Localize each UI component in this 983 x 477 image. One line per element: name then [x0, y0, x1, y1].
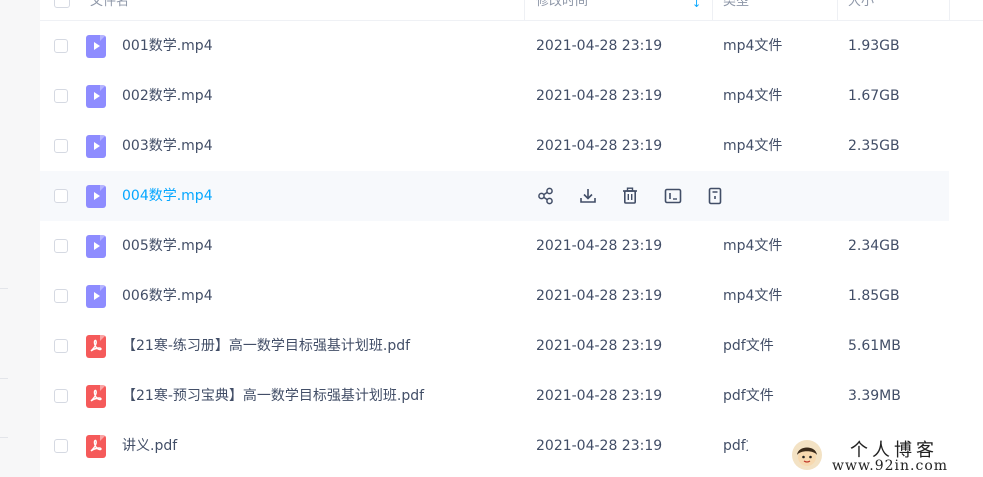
delete-icon[interactable] [620, 186, 640, 206]
sort-desc-icon[interactable]: ↓ [692, 0, 704, 10]
file-name[interactable]: 002数学.mp4 [122, 71, 213, 121]
row-checkbox[interactable] [54, 189, 68, 203]
file-name[interactable]: 003数学.mp4 [122, 121, 213, 171]
column-header-name[interactable]: 文件名 [90, 0, 129, 20]
file-modified: 2021-04-28 23:19 [536, 388, 663, 404]
row-checkbox[interactable] [54, 289, 68, 303]
file-name[interactable]: 【21寒-练习册】高一数学目标强基计划班.pdf [122, 321, 410, 371]
row-checkbox[interactable] [54, 89, 68, 103]
rename-icon[interactable] [663, 186, 683, 206]
row-checkbox[interactable] [54, 339, 68, 353]
file-name[interactable]: 001数学.mp4 [122, 21, 213, 71]
file-size: 1.67GB [848, 88, 900, 104]
column-divider [837, 0, 838, 20]
watermark-avatar [792, 440, 822, 470]
pdf-file-icon [86, 385, 106, 408]
video-file-icon [86, 185, 106, 208]
pdf-file-icon [86, 435, 106, 458]
file-type: mp4文件 [723, 138, 783, 154]
file-modified: 2021-04-28 23:19 [536, 238, 663, 254]
file-row[interactable]: 【21寒-预习宝典】高一数学目标强基计划班.pdf 2021-04-28 23:… [40, 371, 949, 421]
file-name[interactable]: 004数学.mp4 [122, 171, 213, 221]
sidebar-edge [0, 0, 41, 477]
column-header-size[interactable]: 大小 [848, 0, 874, 20]
file-modified: 2021-04-28 23:19 [536, 138, 663, 154]
file-type: mp4文件 [723, 238, 783, 254]
file-name[interactable]: 005数学.mp4 [122, 221, 213, 271]
more-icon[interactable] [705, 186, 725, 206]
file-name[interactable]: 【21寒-预习宝典】高一数学目标强基计划班.pdf [122, 371, 424, 421]
file-modified: 2021-04-28 23:19 [536, 288, 663, 304]
file-name[interactable]: 006数学.mp4 [122, 271, 213, 321]
file-modified: 2021-04-28 23:19 [536, 338, 663, 354]
video-file-icon [86, 235, 106, 258]
file-row[interactable]: 【21寒-练习册】高一数学目标强基计划班.pdf 2021-04-28 23:1… [40, 321, 949, 371]
row-checkbox[interactable] [54, 39, 68, 53]
sidebar-divider [0, 288, 8, 289]
file-row[interactable]: 002数学.mp4 2021-04-28 23:19 mp4文件 1.67GB [40, 71, 949, 121]
column-divider [712, 0, 713, 20]
blog-watermark: 个人博客 www.92in.com [748, 436, 983, 477]
file-row-hovered[interactable]: 004数学.mp4 [40, 171, 949, 221]
watermark-url: www.92in.com [832, 458, 949, 474]
file-row[interactable]: 006数学.mp4 2021-04-28 23:19 mp4文件 1.85GB [40, 271, 949, 321]
row-checkbox[interactable] [54, 389, 68, 403]
file-size: 1.93GB [848, 38, 900, 54]
file-row[interactable]: 005数学.mp4 2021-04-28 23:19 mp4文件 2.34GB [40, 221, 949, 271]
row-checkbox[interactable] [54, 139, 68, 153]
file-size: 3.39MB [848, 388, 901, 404]
video-file-icon [86, 85, 106, 108]
column-divider [949, 0, 950, 20]
file-modified: 2021-04-28 23:19 [536, 38, 663, 54]
file-row[interactable]: 003数学.mp4 2021-04-28 23:19 mp4文件 2.35GB [40, 121, 949, 171]
file-row[interactable]: 001数学.mp4 2021-04-28 23:19 mp4文件 1.93GB [40, 21, 949, 71]
file-list-header: 文件名 修改时间 ↓ 类型 大小 [40, 0, 983, 21]
file-list-panel: 文件名 修改时间 ↓ 类型 大小 001数学.mp4 2021-04-28 23… [40, 0, 983, 477]
file-modified: 2021-04-28 23:19 [536, 88, 663, 104]
row-checkbox[interactable] [54, 439, 68, 453]
file-type: mp4文件 [723, 38, 783, 54]
file-type: pdf文件 [723, 388, 774, 404]
column-header-type[interactable]: 类型 [723, 0, 749, 20]
file-size: 2.35GB [848, 138, 900, 154]
file-type: mp4文件 [723, 288, 783, 304]
file-size: 5.61MB [848, 338, 901, 354]
pdf-file-icon [86, 335, 106, 358]
select-all-checkbox[interactable] [54, 0, 70, 8]
row-checkbox[interactable] [54, 239, 68, 253]
sidebar-divider [0, 437, 8, 438]
video-file-icon [86, 285, 106, 308]
sidebar-divider [0, 378, 8, 379]
file-name[interactable]: 讲义.pdf [122, 421, 177, 471]
video-file-icon [86, 35, 106, 58]
share-icon[interactable] [536, 186, 556, 206]
file-size: 2.34GB [848, 238, 900, 254]
file-type: mp4文件 [723, 88, 783, 104]
column-header-modified[interactable]: 修改时间 [536, 0, 588, 20]
file-type: pdf文件 [723, 338, 774, 354]
video-file-icon [86, 135, 106, 158]
download-icon[interactable] [578, 186, 598, 206]
column-divider [524, 0, 525, 20]
file-modified: 2021-04-28 23:19 [536, 438, 663, 454]
file-size: 1.85GB [848, 288, 900, 304]
